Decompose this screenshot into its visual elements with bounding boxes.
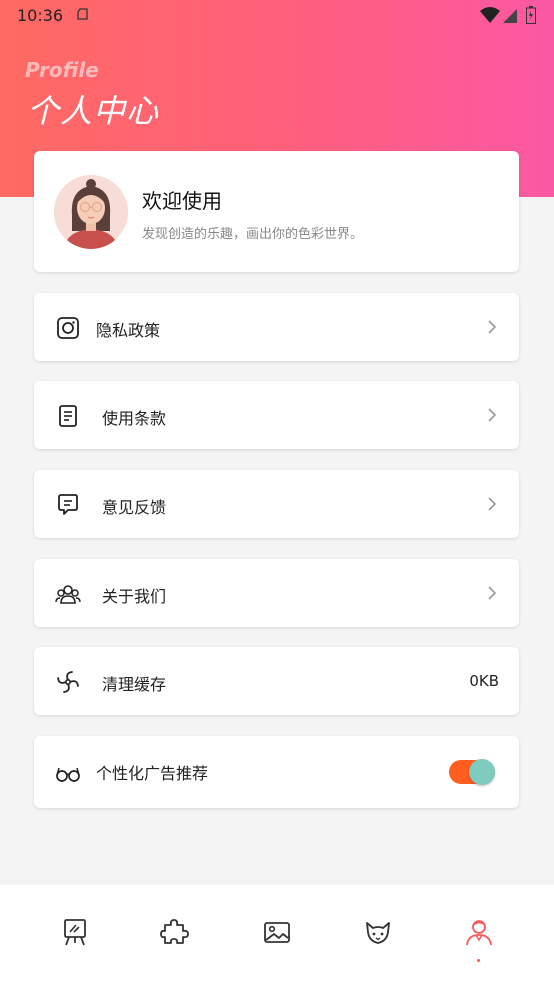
- avatar-illustration-icon: [54, 175, 128, 249]
- sd-card-icon: [77, 8, 88, 20]
- toggle-knob: [469, 759, 495, 785]
- menu-item-label: 隐私政策: [96, 321, 161, 340]
- tab-profile[interactable]: [462, 915, 496, 949]
- tab-easel[interactable]: [58, 915, 92, 949]
- document-icon: [59, 405, 77, 427]
- header-subtitle: Profile: [25, 58, 99, 82]
- tab-fox[interactable]: [361, 915, 395, 949]
- cache-size-value: 0KB: [469, 672, 499, 690]
- status-bar: 10:36: [0, 0, 554, 32]
- menu-item-terms-of-use[interactable]: 使用条款: [34, 381, 519, 449]
- chevron-right-icon: [488, 497, 497, 511]
- picture-icon: [264, 922, 290, 943]
- bottom-tab-bar: [0, 885, 554, 984]
- menu-item-feedback[interactable]: 意见反馈: [34, 470, 519, 538]
- menu-item-label: 清理缓存: [102, 675, 167, 694]
- menu-item-label: 个性化广告推荐: [96, 764, 209, 783]
- wifi-icon: [480, 7, 500, 23]
- chevron-right-icon: [488, 320, 497, 334]
- profile-icon: [466, 920, 492, 946]
- menu-item-personalized-ads: 个性化广告推荐: [34, 736, 519, 808]
- group-icon: [55, 585, 81, 604]
- signal-icon: [503, 9, 517, 23]
- menu-item-label: 使用条款: [102, 409, 167, 428]
- personalized-ads-toggle[interactable]: [449, 759, 495, 785]
- chevron-right-icon: [488, 408, 497, 422]
- fan-icon: [57, 671, 79, 693]
- page-title: 个人中心: [27, 92, 160, 130]
- tab-gallery[interactable]: [260, 915, 294, 949]
- puzzle-icon: [160, 919, 189, 944]
- menu-item-about-us[interactable]: 关于我们: [34, 559, 519, 627]
- menu-item-privacy-policy[interactable]: 隐私政策: [34, 293, 519, 361]
- welcome-card: 欢迎使用 发现创造的乐趣，画出你的色彩世界。: [34, 151, 519, 272]
- chevron-right-icon: [488, 586, 497, 600]
- battery-icon: [526, 6, 536, 24]
- menu-item-clear-cache[interactable]: 清理缓存 0KB: [34, 647, 519, 715]
- welcome-title: 欢迎使用: [142, 189, 222, 213]
- glasses-icon: [56, 767, 80, 782]
- status-time: 10:36: [17, 6, 64, 25]
- active-tab-indicator: [477, 959, 480, 962]
- easel-icon: [64, 919, 86, 946]
- avatar: [54, 175, 128, 249]
- menu-item-label: 意见反馈: [102, 498, 167, 517]
- welcome-subtitle: 发现创造的乐趣，画出你的色彩世界。: [142, 227, 364, 242]
- tab-puzzle[interactable]: [158, 915, 192, 949]
- feedback-icon: [58, 494, 78, 515]
- fox-icon: [366, 922, 390, 944]
- instagram-icon: [57, 317, 79, 339]
- menu-item-label: 关于我们: [102, 587, 167, 606]
